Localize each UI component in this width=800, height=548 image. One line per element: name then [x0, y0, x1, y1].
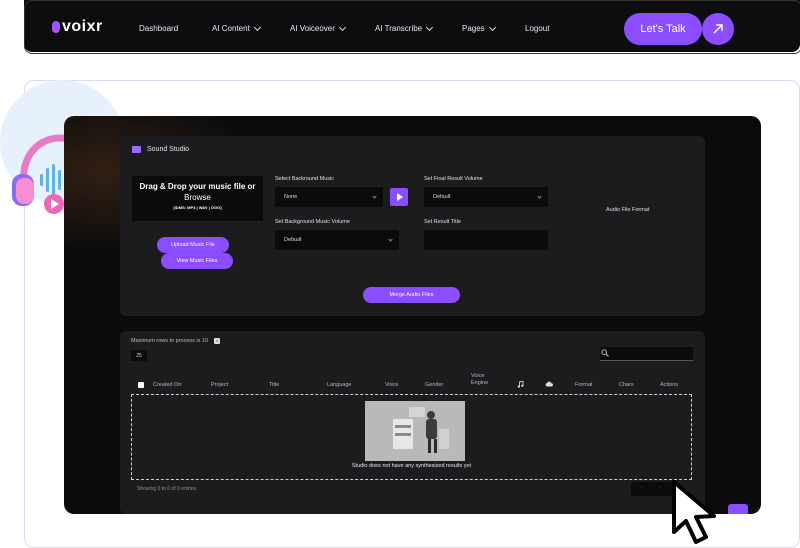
person-at-desk-illustration — [393, 407, 449, 453]
max-rows-text: Maximum rows to process is 10 — [131, 338, 209, 344]
dropzone-formats: [IDMS: MP3 | WAV | OGG] — [173, 205, 222, 210]
dropzone-browse[interactable]: Browse — [132, 192, 263, 203]
music-note-icon — [517, 381, 524, 388]
empty-illustration — [365, 401, 465, 461]
col-created-on[interactable]: Created On — [153, 382, 181, 389]
nav-link-label: AI Transcribe — [375, 24, 423, 33]
caret-icon — [388, 237, 393, 242]
dropzone-title: Drag & Drop your music file or — [139, 182, 256, 191]
entries-info: Showing 0 to 0 of 0 entries — [137, 486, 197, 492]
max-rows-note: Maximum rows to process is 10 i — [131, 338, 221, 344]
nav-link-pages[interactable]: Pages — [462, 23, 496, 33]
col-chars[interactable]: Chars — [619, 382, 634, 389]
nav-link-label: AI Voiceover — [290, 24, 335, 33]
cloud-icon — [545, 381, 553, 387]
nav-link-label: AI Content — [212, 24, 250, 33]
chevron-down-icon — [488, 23, 496, 31]
col-voice[interactable]: Voice — [385, 382, 398, 389]
cursor-icon — [672, 480, 716, 544]
select-value: Default — [433, 194, 451, 200]
music-dropzone[interactable]: Drag & Drop your music file or Browse [I… — [132, 176, 263, 221]
col-label: Created On — [153, 382, 182, 388]
final-volume-select[interactable]: Default — [424, 187, 548, 207]
select-all-checkbox[interactable] — [138, 382, 144, 388]
nav-link-ai-voiceover[interactable]: AI Voiceover — [290, 23, 346, 33]
nav-link-ai-content[interactable]: AI Content — [212, 23, 261, 33]
col-label: Actions — [660, 382, 679, 388]
upload-music-button[interactable]: Upload Music File — [157, 237, 229, 253]
microphone-logo-icon — [52, 21, 60, 33]
col-title[interactable]: Title — [269, 382, 279, 389]
pagination[interactable]: ‹ › — [631, 482, 673, 496]
col-label: Language — [327, 382, 352, 388]
result-title-input[interactable] — [424, 230, 548, 250]
nav-link-label: Pages — [462, 24, 485, 33]
next-page-button[interactable]: › — [659, 485, 661, 491]
col-language[interactable]: Language — [327, 382, 351, 389]
select-value: Default — [284, 237, 302, 243]
background-music-label: Select Backround Music — [275, 176, 334, 182]
background-music-select[interactable]: None — [275, 187, 383, 207]
col-label: Voice — [385, 382, 399, 388]
play-icon — [397, 193, 403, 201]
chevron-down-icon — [338, 23, 346, 31]
merge-audio-button[interactable]: Merge Audio Files — [363, 287, 460, 303]
col-label: Format — [575, 382, 593, 388]
nav-link-dashboard[interactable]: Dashboard — [139, 24, 178, 33]
col-cloud[interactable] — [545, 381, 553, 387]
chevron-down-icon — [426, 23, 434, 31]
panel-header: Sound Studio — [132, 146, 189, 153]
empty-message: Studio does not have any synthesized res… — [351, 463, 472, 469]
panel-title: Sound Studio — [147, 146, 190, 153]
nav-link-ai-transcribe[interactable]: AI Transcribe — [375, 23, 434, 33]
search-icon — [601, 349, 609, 357]
prev-page-button[interactable]: ‹ — [641, 485, 643, 491]
col-format[interactable]: Format — [575, 382, 592, 389]
studio-icon — [132, 146, 141, 153]
top-navbar: voixr Dashboard AI Content AI Voiceover … — [24, 0, 800, 54]
search-input[interactable] — [600, 347, 693, 361]
col-gender[interactable]: Gender — [425, 382, 443, 389]
col-label: Voice Engine — [471, 373, 489, 386]
nav-link-logout[interactable]: Logout — [525, 24, 549, 33]
app-screenshot: Sound Studio Drag & Drop your music file… — [64, 116, 761, 514]
chevron-down-icon — [253, 23, 261, 31]
rows-per-page-select[interactable]: 25 — [131, 350, 147, 361]
final-volume-label: Set Final Result Volume — [424, 176, 483, 182]
arrow-up-right-icon — [713, 24, 723, 34]
arrow-up-right-button[interactable] — [702, 13, 734, 45]
col-label: Gender — [425, 382, 444, 388]
nav-link-label: Logout — [525, 24, 550, 33]
empty-results-area: Studio does not have any synthesized res… — [131, 394, 692, 480]
col-label: Title — [269, 382, 280, 388]
nav-link-label: Dashboard — [139, 24, 179, 33]
result-title-label: Set Result Title — [424, 219, 461, 225]
lets-talk-button[interactable]: Let's Talk — [624, 13, 702, 45]
col-music[interactable] — [517, 381, 524, 388]
audio-format-label: Audio File Format — [606, 207, 650, 213]
col-label: Chars — [619, 382, 634, 388]
caret-icon — [372, 194, 377, 199]
col-label: Project — [211, 382, 229, 388]
caret-icon — [537, 194, 542, 199]
col-project[interactable]: Project — [211, 382, 228, 389]
logo-text: voixr — [62, 18, 103, 35]
col-voice-engine[interactable]: Voice Engine — [471, 373, 495, 387]
col-actions[interactable]: Actions — [660, 382, 678, 389]
info-icon[interactable]: i — [214, 338, 221, 344]
select-value: None — [284, 194, 298, 200]
bg-volume-label: Set Background Music Volume — [275, 219, 350, 225]
view-music-files-button[interactable]: View Music Files — [161, 253, 233, 269]
bg-volume-select[interactable]: Default — [275, 230, 399, 250]
logo[interactable]: voixr — [52, 18, 103, 36]
play-preview-button[interactable] — [390, 188, 408, 206]
